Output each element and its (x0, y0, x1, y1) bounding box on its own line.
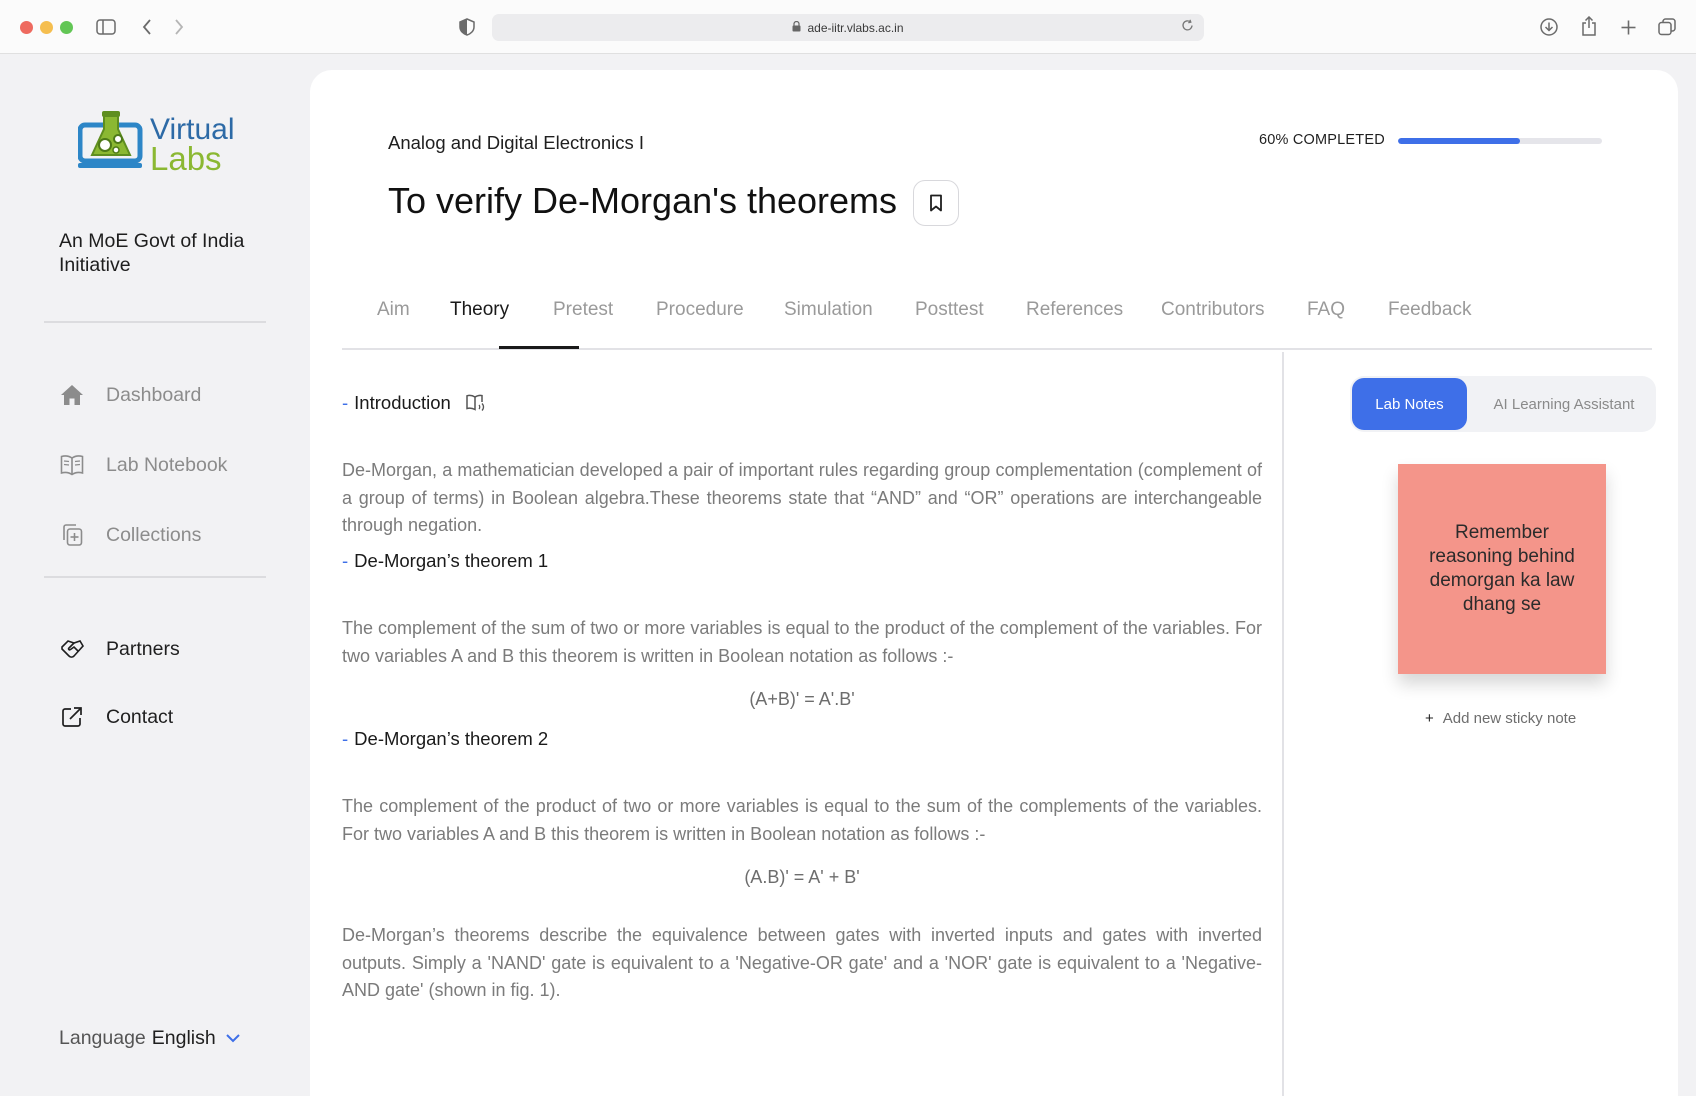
url-text: ade-iitr.vlabs.ac.in (807, 20, 904, 35)
downloads-icon[interactable] (1538, 16, 1560, 38)
forward-icon[interactable] (170, 16, 188, 38)
sidebar: Virtual Labs An MoE Govt of India Initia… (0, 55, 310, 1096)
tab-pretest[interactable]: Pretest (553, 270, 613, 350)
external-link-icon (58, 703, 86, 731)
tagline: An MoE Govt of India Initiative (59, 230, 245, 276)
progress-fill (1398, 138, 1521, 144)
ai-learning-assistant-tab[interactable]: AI Learning Assistant (1475, 378, 1653, 430)
language-selector[interactable]: Language English (59, 1027, 240, 1050)
address-bar[interactable]: ade-iitr.vlabs.ac.in (492, 14, 1204, 41)
sidebar-item-label: Lab Notebook (106, 453, 228, 476)
lock-icon (792, 20, 801, 35)
flask-logo-icon (78, 111, 143, 168)
section-heading-theorem-2: - De-Morgan’s theorem 2 (342, 728, 549, 749)
tab-overview-icon[interactable] (1656, 16, 1678, 38)
sidebar-item-label: Contact (106, 705, 174, 728)
progress-label: 60% COMPLETED (1259, 132, 1385, 148)
browser-toolbar: ade-iitr.vlabs.ac.in (0, 0, 1696, 54)
tab-theory[interactable]: Theory (450, 270, 509, 350)
sidebar-item-dashboard[interactable]: Dashboard (58, 381, 201, 409)
read-aloud-book-icon[interactable] (465, 393, 487, 413)
new-tab-icon[interactable] (1618, 16, 1638, 38)
language-label: Language (59, 1027, 146, 1049)
privacy-shield-icon[interactable] (457, 16, 477, 38)
lab-notes-tab[interactable]: Lab Notes (1352, 378, 1467, 430)
sidebar-item-partners[interactable]: Partners (58, 635, 180, 663)
bookmark-button[interactable] (913, 180, 959, 226)
plus-icon: + (1425, 710, 1434, 727)
tab-contributors[interactable]: Contributors (1161, 270, 1265, 350)
close-window-button[interactable] (20, 21, 33, 34)
notes-panel-tabs: Lab Notes AI Learning Assistant (1350, 376, 1656, 432)
tab-posttest[interactable]: Posttest (915, 270, 984, 350)
sidebar-toggle-icon[interactable] (95, 17, 117, 37)
progress-bar (1398, 138, 1602, 144)
theorem-1-formula: (A+B)' = A'.B' (749, 689, 855, 709)
virtual-labs-logo[interactable]: Virtual Labs (78, 109, 248, 179)
section-heading-introduction: - Introduction (342, 392, 487, 414)
introduction-text: De-Morgan, a mathematician developed a p… (342, 460, 1262, 535)
tab-faq[interactable]: FAQ (1307, 270, 1345, 350)
active-tab-indicator (499, 346, 579, 349)
home-icon (58, 381, 86, 409)
tab-aim[interactable]: Aim (377, 270, 410, 350)
sidebar-item-lab-notebook[interactable]: Lab Notebook (58, 451, 227, 479)
language-value: English (151, 1027, 216, 1049)
notebook-icon (58, 451, 86, 479)
logo-word-labs: Labs (150, 140, 222, 177)
back-icon[interactable] (138, 16, 156, 38)
tab-references[interactable]: References (1026, 270, 1123, 350)
add-sticky-note-label: Add new sticky note (1442, 710, 1577, 727)
sticky-note[interactable]: Remember reasoning behind demorgan ka la… (1398, 464, 1606, 674)
theory-content: - Introduction De-Morgan, a mathematicia… (342, 352, 1284, 1096)
browser-window: ade-iitr.vlabs.ac.in Virtual Labs An MoE… (0, 0, 1696, 1096)
share-icon[interactable] (1578, 14, 1600, 38)
add-sticky-note-button[interactable]: + Add new sticky note (1425, 710, 1576, 727)
theorem-2-formula: (A.B)' = A' + B' (744, 867, 860, 887)
sidebar-divider (44, 576, 266, 578)
course-name: Analog and Digital Electronics I (388, 132, 645, 153)
main-content-card: Analog and Digital Electronics I To veri… (310, 70, 1678, 1096)
sidebar-item-label: Collections (106, 523, 202, 546)
page-title: To verify De-Morgan's theorems (388, 180, 898, 221)
collections-icon (58, 521, 86, 549)
handshake-icon (58, 635, 86, 663)
closing-text: De-Morgan’s theorems describe the equiva… (342, 925, 1262, 1000)
section-heading-theorem-1: - De-Morgan’s theorem 1 (342, 550, 549, 571)
sidebar-item-label: Dashboard (106, 383, 202, 406)
tab-simulation[interactable]: Simulation (784, 270, 873, 350)
bookmark-icon (930, 194, 942, 212)
sidebar-item-contact[interactable]: Contact (58, 703, 173, 731)
theorem-1-text: The complement of the sum of two or more… (342, 618, 1262, 666)
sidebar-item-label: Partners (106, 637, 180, 660)
minimize-window-button[interactable] (40, 21, 53, 34)
tab-procedure[interactable]: Procedure (656, 270, 744, 350)
sidebar-item-collections[interactable]: Collections (58, 521, 201, 549)
sidebar-divider (44, 321, 266, 323)
tab-feedback[interactable]: Feedback (1388, 270, 1471, 350)
theorem-2-text: The complement of the product of two or … (342, 796, 1262, 844)
chevron-down-icon (226, 1030, 240, 1048)
reload-icon[interactable] (1181, 19, 1194, 35)
zoom-window-button[interactable] (60, 21, 73, 34)
tab-bar: Aim Theory Pretest Procedure Simulation … (342, 270, 1652, 350)
